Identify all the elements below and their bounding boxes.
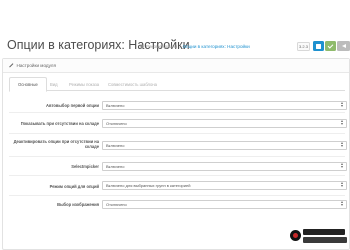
form-row-option-mode: Режим опций для опций Включено для выбра… — [9, 176, 347, 196]
panel-heading-text: Настройки модуля — [16, 63, 56, 68]
form-row-deactivate-out-of-stock: Деактивировать опции при отсутствии на с… — [9, 134, 347, 157]
breadcrumb-current[interactable]: Опции в категориях: Настройки — [183, 44, 250, 49]
row-label: Показывать при отсутствии на складе — [20, 121, 99, 126]
row-label: Выбор изображения — [57, 202, 99, 207]
selectpicker-select[interactable]: Включено — [102, 162, 347, 171]
deactivate-out-of-stock-select[interactable]: Включено — [102, 141, 347, 150]
select-caret-icon — [340, 120, 343, 125]
form-row-show-out-of-stock: Показывать при отсутствии на складе Откл… — [9, 113, 347, 134]
pencil-icon — [9, 63, 14, 68]
row-label: Selectmpicker — [71, 164, 99, 169]
apply-button[interactable] — [325, 41, 336, 51]
settings-panel: Настройки модуля Основные Вид Режимы пок… — [2, 58, 350, 250]
breadcrumb-home[interactable]: Рекомендации — [146, 44, 177, 49]
select-value: Отключено — [106, 121, 127, 126]
check-icon — [327, 42, 334, 49]
page-header: Опции в категориях: Настройки Рекомендац… — [0, 0, 350, 60]
back-icon — [341, 44, 346, 48]
panel-heading: Настройки модуля — [3, 59, 349, 73]
select-caret-icon — [340, 102, 343, 107]
tab-bar: Основные Вид Режимы показа Совместимость… — [9, 77, 345, 92]
form-row-autoselect: Автовыбор первой опции Включено — [9, 97, 347, 113]
select-caret-icon — [340, 182, 343, 187]
save-icon — [316, 43, 321, 49]
row-label: Деактивировать опции при отсутствии на с… — [13, 139, 99, 150]
version-badge: 3.2.3 — [297, 42, 310, 51]
breadcrumb-separator: / — [179, 44, 181, 49]
row-label: Режим опций для опций — [49, 184, 99, 189]
row-label: Автовыбор первой опции — [46, 103, 99, 108]
autoselect-select[interactable]: Включено — [102, 101, 347, 110]
save-button[interactable] — [313, 41, 324, 51]
select-caret-icon — [340, 201, 343, 206]
select-caret-icon — [340, 142, 343, 147]
watermark-logo — [290, 226, 348, 248]
select-caret-icon — [340, 163, 343, 168]
select-value: Отключено — [106, 202, 127, 207]
show-out-of-stock-select[interactable]: Отключено — [102, 119, 347, 128]
watermark-mark — [290, 230, 301, 241]
form-row-image-select: Выбор изображения Отключено — [9, 196, 347, 216]
select-value: Включено для выбранных групп в категорие… — [106, 183, 191, 188]
breadcrumb: Рекомендации / Опции в категориях: Настр… — [140, 44, 250, 49]
tab-template-compat[interactable]: Совместимость шаблона — [100, 77, 165, 91]
select-value: Включено — [106, 143, 125, 148]
select-value: Включено — [106, 164, 125, 169]
home-icon[interactable] — [140, 44, 144, 49]
form-row-selectpicker: Selectmpicker Включено — [9, 157, 347, 176]
cancel-button[interactable] — [337, 41, 350, 51]
option-mode-select[interactable]: Включено для выбранных групп в категорие… — [102, 181, 347, 190]
image-select[interactable]: Отключено — [102, 200, 347, 209]
select-value: Включено — [106, 103, 125, 108]
watermark-line — [303, 229, 345, 235]
watermark-line — [303, 237, 347, 243]
